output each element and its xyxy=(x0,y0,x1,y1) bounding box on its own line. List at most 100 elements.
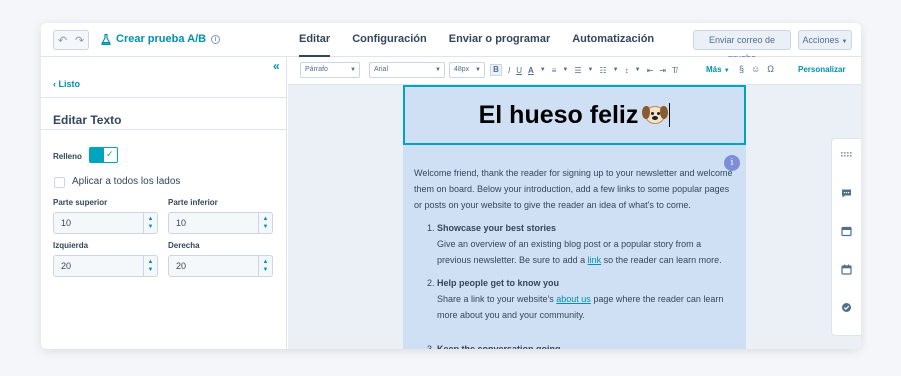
padding-top-input[interactable]: 10 ▲ ▼ xyxy=(53,212,158,234)
email-heading[interactable]: El hueso feliz xyxy=(479,101,639,130)
padding-right-input[interactable]: 20 ▲ ▼ xyxy=(168,255,273,277)
panel-title: Editar Texto xyxy=(53,113,122,127)
list-item[interactable]: 3. Keep the conversation going xyxy=(427,341,732,349)
paragraph-style-select[interactable]: Párrafo ▼ xyxy=(300,62,360,78)
font-value: Arial xyxy=(374,66,389,73)
back-label: Listo xyxy=(58,79,81,89)
actions-button[interactable]: Acciones ▼ xyxy=(798,30,852,50)
about-us-link[interactable]: about us xyxy=(556,294,591,304)
special-char-icon[interactable]: Ω xyxy=(767,64,774,74)
flask-icon xyxy=(101,33,111,45)
check-icon: ✓ xyxy=(106,149,114,159)
comment-icon[interactable] xyxy=(841,188,852,199)
more-button[interactable]: Más ▼ xyxy=(706,65,730,74)
divider xyxy=(41,129,287,130)
editor-window: ↶ ↷ Crear prueba A/B i Editar Configurac… xyxy=(41,23,861,349)
font-size-select[interactable]: 48px ▼ xyxy=(449,62,485,78)
numbered-list-icon[interactable]: ☷ xyxy=(600,66,607,75)
chevron-down-icon[interactable]: ▼ xyxy=(588,67,594,73)
italic-icon[interactable]: I xyxy=(508,66,510,75)
quantity-stepper[interactable]: ▲ ▼ xyxy=(258,256,272,276)
check-circle-icon[interactable] xyxy=(841,302,852,313)
insert-buttons: § ☺ Ω xyxy=(739,64,774,74)
toggle-knob xyxy=(90,148,104,162)
left-panel: « ‹ Listo Editar Texto Relleno ✓ Aplicar… xyxy=(41,57,287,349)
chevron-down-icon[interactable]: ▼ xyxy=(613,67,619,73)
send-test-email-button[interactable]: Enviar correo de prueba xyxy=(693,30,791,63)
padding-bottom-label: Parte inferior xyxy=(168,198,218,207)
padding-top-value: 10 xyxy=(61,218,72,228)
emoji-icon[interactable]: ☺ xyxy=(751,64,760,74)
text-color-icon[interactable]: A xyxy=(528,66,534,75)
divider xyxy=(41,97,287,98)
quantity-stepper[interactable]: ▲ ▼ xyxy=(258,213,272,233)
actions-label: Acciones xyxy=(802,35,840,45)
padding-left-value: 20 xyxy=(61,261,72,271)
list-item[interactable]: 2. Help people get to know you Share a l… xyxy=(427,275,732,323)
padding-top-label: Parte superior xyxy=(53,198,108,207)
tab-settings[interactable]: Configuración xyxy=(352,23,427,57)
chevron-down-icon[interactable]: ▼ xyxy=(562,67,568,73)
padding-left-input[interactable]: 20 ▲ ▼ xyxy=(53,255,158,277)
apply-all-checkbox[interactable] xyxy=(54,177,65,188)
chevron-down-icon: ▼ xyxy=(723,68,730,74)
line-height-icon[interactable]: ↕ xyxy=(625,66,629,75)
tab-bar: Editar Configuración Enviar o programar … xyxy=(299,23,654,57)
more-label: Más xyxy=(706,65,722,74)
quantity-stepper[interactable]: ▲ ▼ xyxy=(143,213,157,233)
padding-right-label: Derecha xyxy=(168,241,200,250)
paragraph-style-value: Párrafo xyxy=(305,66,328,73)
padding-bottom-value: 10 xyxy=(176,218,187,228)
chevron-down-icon[interactable]: ▼ xyxy=(635,67,641,73)
padding-left-label: Izquierda xyxy=(53,241,89,250)
chevron-down-icon[interactable]: ▼ xyxy=(540,67,546,73)
intro-paragraph[interactable]: Welcome friend, thank the reader for sig… xyxy=(414,165,739,213)
heading-module[interactable]: El hueso feliz xyxy=(403,85,746,145)
personalize-button[interactable]: Personalizar xyxy=(798,65,846,74)
clear-format-icon[interactable]: T̸ xyxy=(672,66,677,75)
bullet-list-icon[interactable]: ☰ xyxy=(574,66,581,75)
quantity-stepper[interactable]: ▲ ▼ xyxy=(143,256,157,276)
text-cursor xyxy=(669,103,671,127)
chevron-down-icon: ▼ xyxy=(350,67,356,73)
underline-icon[interactable]: U xyxy=(516,66,522,75)
email-canvas: El hueso feliz i Welcome friend, thank t… xyxy=(288,85,861,349)
list-description: Share a link to your website's about us … xyxy=(437,294,724,320)
bold-icon[interactable]: B xyxy=(490,64,502,76)
undo-icon[interactable]: ↶ xyxy=(58,34,67,47)
chevron-down-icon: ▼ xyxy=(435,67,441,73)
browser-icon[interactable] xyxy=(841,226,852,237)
side-toolbar xyxy=(831,138,861,336)
grid-icon[interactable] xyxy=(841,149,852,160)
fill-toggle[interactable]: ✓ xyxy=(89,147,118,163)
padding-bottom-input[interactable]: 10 ▲ ▼ xyxy=(168,212,273,234)
tab-send-schedule[interactable]: Enviar o programar xyxy=(449,23,550,57)
indent-icon[interactable]: ⇥ xyxy=(659,66,666,75)
list-description: Give an overview of an existing blog pos… xyxy=(437,239,722,265)
tab-automation[interactable]: Automatización xyxy=(572,23,654,57)
back-link[interactable]: ‹ Listo xyxy=(53,79,80,89)
email-body[interactable]: El hueso feliz i Welcome friend, thank t… xyxy=(403,85,746,349)
font-select[interactable]: Arial ▼ xyxy=(369,62,445,78)
list-title: Keep the conversation going xyxy=(437,344,561,349)
calendar-icon[interactable] xyxy=(841,264,852,275)
rich-text-toolbar: Párrafo ▼ Arial ▼ 48px ▼ B I U A ▼ ≡ ▼ ☰ ▼ … xyxy=(288,57,861,85)
format-buttons: B I U A ▼ ≡ ▼ ☰ ▼ ☷ ▼ ↕ ▼ ⇤ ⇥ T̸ xyxy=(490,64,677,76)
info-icon[interactable]: i xyxy=(211,34,221,44)
ab-test-link[interactable]: Crear prueba A/B i xyxy=(101,33,221,45)
chevron-down-icon: ▼ xyxy=(841,39,848,45)
list-number: 1. xyxy=(427,223,435,233)
blog-link[interactable]: link xyxy=(588,255,602,265)
dog-emoji-icon xyxy=(642,104,669,126)
ab-test-label: Crear prueba A/B xyxy=(116,33,207,45)
list-number: 3. xyxy=(427,344,435,349)
list-title: Showcase your best stories xyxy=(437,223,557,233)
list-item[interactable]: 1. Showcase your best stories Give an ov… xyxy=(427,220,732,268)
tab-edit[interactable]: Editar xyxy=(299,23,331,57)
token-icon[interactable]: § xyxy=(739,64,744,74)
padding-right-value: 20 xyxy=(176,261,187,271)
outdent-icon[interactable]: ⇤ xyxy=(647,66,654,75)
collapse-icon[interactable]: « xyxy=(273,59,280,73)
redo-icon[interactable]: ↷ xyxy=(75,34,84,47)
align-icon[interactable]: ≡ xyxy=(552,66,557,75)
